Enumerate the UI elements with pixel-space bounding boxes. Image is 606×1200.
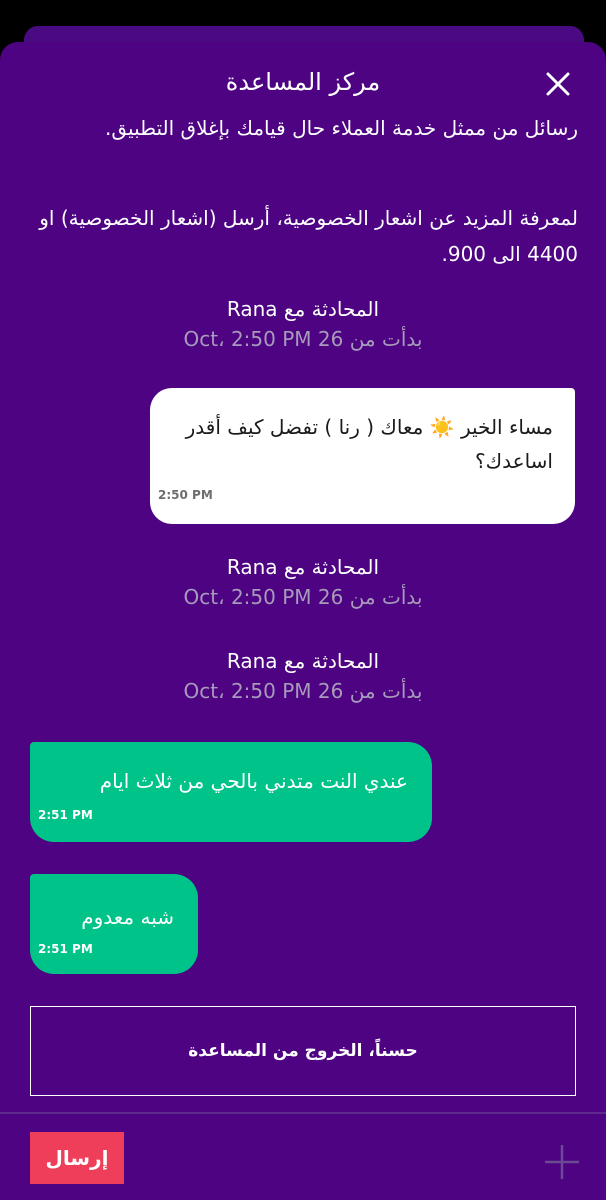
message-time: 2:51 PM — [38, 808, 93, 822]
conversation-title: المحادثة مع Rana — [226, 555, 380, 579]
close-icon[interactable] — [538, 64, 578, 104]
plus-icon[interactable] — [542, 1142, 582, 1182]
conversation-title: المحادثة مع Rana — [226, 297, 380, 321]
user-message-bubble: عندي النت متدني بالحي من ثلاث ايام 2:51 … — [30, 742, 432, 842]
exit-help-button[interactable]: حسناً، الخروج من المساعدة — [30, 1006, 576, 1096]
agent-message-text: مساء الخير ☀️ معاك ( رنا ) تفضل كيف أقدر… — [185, 415, 553, 473]
conversation-start-time: بدأت من 26 Oct، 2:50 PM — [183, 327, 423, 351]
conversation-title: المحادثة مع Rana — [226, 649, 380, 673]
info-message-tail: رسائل من ممثل خدمة العملاء حال قيامك بإغ… — [105, 116, 578, 140]
privacy-info-message: لمعرفة المزيد عن اشعار الخصوصية، أرسل (ا… — [39, 206, 578, 266]
composer-divider — [0, 1112, 606, 1114]
user-message-text: شبه معدوم — [81, 905, 174, 929]
page-title: مركز المساعدة — [225, 68, 381, 96]
agent-message-bubble: مساء الخير ☀️ معاك ( رنا ) تفضل كيف أقدر… — [150, 388, 575, 524]
send-button[interactable]: إرسال — [30, 1132, 124, 1184]
user-message-bubble: شبه معدوم 2:51 PM — [30, 874, 198, 974]
conversation-start-time: بدأت من 26 Oct، 2:50 PM — [183, 679, 423, 703]
conversation-start-time: بدأت من 26 Oct، 2:50 PM — [183, 585, 423, 609]
conversation-marker: المحادثة مع Rana بدأت من 26 Oct، 2:50 PM — [0, 552, 606, 612]
message-time: 2:50 PM — [158, 488, 213, 502]
user-message-text: عندي النت متدني بالحي من ثلاث ايام — [99, 769, 408, 793]
conversation-marker: المحادثة مع Rana بدأت من 26 Oct، 2:50 PM — [0, 646, 606, 706]
conversation-marker: المحادثة مع Rana بدأت من 26 Oct، 2:50 PM — [0, 294, 606, 354]
message-time: 2:51 PM — [38, 942, 93, 956]
help-center-sheet: مركز المساعدة رسائل من ممثل خدمة العملاء… — [0, 42, 606, 1200]
